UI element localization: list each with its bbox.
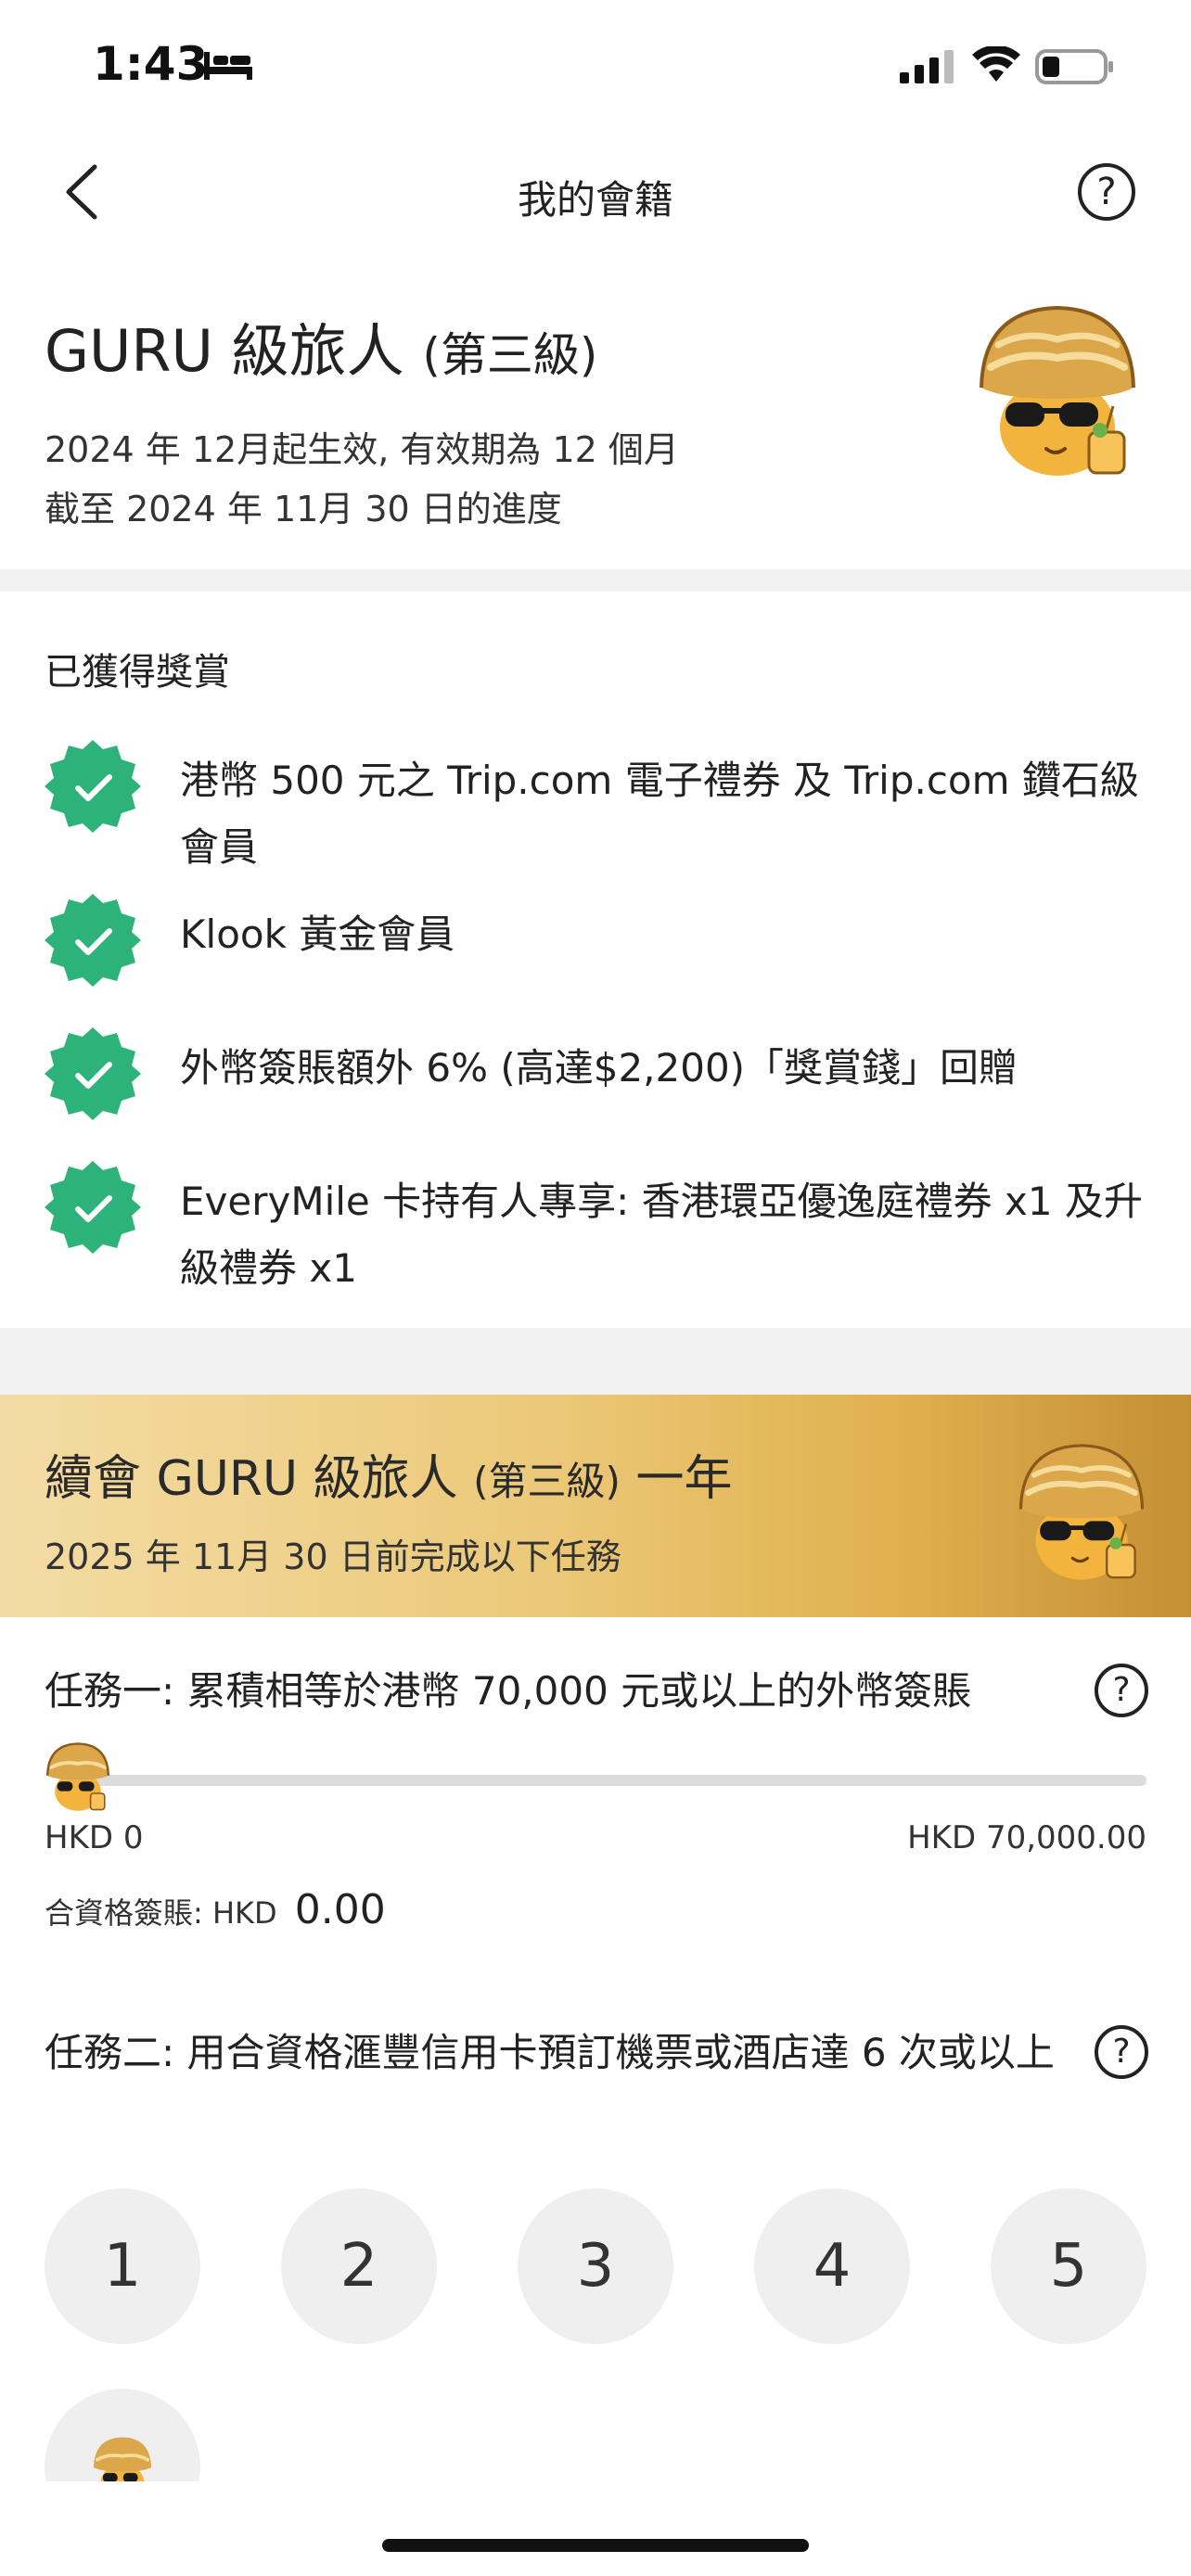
section-divider — [0, 1328, 1191, 1395]
verified-check-badge-icon — [45, 1161, 141, 1254]
help-icon[interactable]: ? — [1078, 163, 1135, 221]
renewal-banner: 續會 GURU 級旅人 (第三級) 一年 2025 年 11月 30 日前完成以… — [0, 1395, 1191, 1617]
task-1-max-label: HKD 70,000.00 — [907, 1819, 1146, 1856]
section-divider — [0, 569, 1191, 592]
cellular-signal-icon — [900, 50, 954, 83]
navigation-bar: 我的會籍 ? — [0, 139, 1191, 250]
renewal-tasks-card: 任務一: 累積相等於港幣 70,000 元或以上的外幣簽賬 ? HKD 0 HK… — [0, 1617, 1191, 2481]
reward-item: Klook 黃金會員 — [45, 892, 1148, 994]
task-1-help-icon[interactable]: ? — [1095, 1664, 1148, 1717]
renewal-deadline: 2025 年 11月 30 日前完成以下任務 — [45, 1537, 621, 1577]
booking-step-3: 3 — [518, 2188, 673, 2344]
booking-step-4: 4 — [754, 2188, 910, 2344]
tier-title: GURU 級旅人 (第三級) — [45, 304, 597, 388]
booking-step-2: 2 — [281, 2188, 437, 2344]
booking-step-6 — [45, 2389, 200, 2481]
renewal-title-level: (第三級) — [473, 1459, 621, 1504]
verified-check-badge-icon — [45, 1027, 141, 1120]
verified-check-badge-icon — [45, 740, 141, 833]
status-time: 1:43 — [93, 37, 209, 91]
status-bar: 1:43 — [0, 0, 1191, 130]
guru-mascot-icon — [1018, 1444, 1145, 1580]
tier-title-level: (第三級) — [422, 328, 598, 382]
booking-step-5: 5 — [991, 2188, 1146, 2344]
eligible-spend: 合資格簽賬: HKD 0.00 — [45, 1886, 386, 1933]
reward-item: 外幣簽賬額外 6% (高達$2,200)「獎賞錢」回贈 — [45, 1026, 1148, 1128]
tier-effective-date: 2024 年 12月起生效, 有效期為 12 個月 — [45, 429, 679, 470]
reward-text: 外幣簽賬額外 6% (高達$2,200)「獎賞錢」回贈 — [180, 1045, 1018, 1090]
tier-title-main: GURU 級旅人 — [45, 317, 404, 385]
tier-progress-date: 截至 2024 年 11月 30 日的進度 — [45, 489, 562, 529]
renewal-title-main: 續會 GURU 級旅人 — [45, 1451, 458, 1507]
reward-text: 港幣 500 元之 Trip.com 電子禮券 及 Trip.com 鑽石級會員 — [180, 758, 1139, 870]
reward-item: EveryMile 卡持有人專享: 香港環亞優逸庭禮券 x1 及升級禮券 x1 — [45, 1159, 1148, 1307]
task-2-help-icon[interactable]: ? — [1095, 2025, 1148, 2079]
home-indicator[interactable] — [382, 2539, 809, 2552]
task-1-min-label: HKD 0 — [45, 1819, 144, 1856]
verified-check-badge-icon — [45, 894, 141, 987]
rewards-heading: 已獲得獎賞 — [45, 651, 230, 694]
step-mascot-icon — [94, 2437, 151, 2481]
battery-icon — [1035, 49, 1113, 84]
task-2-title: 任務二: 用合資格滙豐信用卡預訂機票或酒店達 6 次或以上 — [45, 2030, 1055, 2075]
page-title: 我的會籍 — [517, 177, 673, 223]
renewal-title-tail: 一年 — [635, 1451, 733, 1507]
eligible-spend-value: 0.00 — [294, 1886, 386, 1933]
eligible-spend-label: 合資格簽賬: HKD — [45, 1895, 277, 1931]
progress-mascot-icon — [46, 1742, 109, 1811]
renewal-title: 續會 GURU 級旅人 (第三級) 一年 — [45, 1439, 732, 1509]
membership-tier-section: GURU 級旅人 (第三級) 2024 年 12月起生效, 有效期為 12 個月… — [0, 278, 1191, 567]
guru-mascot-icon — [980, 305, 1135, 476]
reward-item: 港幣 500 元之 Trip.com 電子禮券 及 Trip.com 鑽石級會員 — [45, 738, 1148, 877]
reward-text: Klook 黃金會員 — [180, 912, 455, 957]
task-1-progress-bar — [61, 1775, 1146, 1786]
rewards-earned-section: 已獲得獎賞 港幣 500 元之 Trip.com 電子禮券 及 Trip.com… — [0, 592, 1191, 1328]
wifi-icon — [972, 46, 1020, 82]
reward-text: EveryMile 卡持有人專享: 香港環亞優逸庭禮券 x1 及升級禮券 x1 — [180, 1179, 1143, 1291]
task-1-title: 任務一: 累積相等於港幣 70,000 元或以上的外幣簽賬 — [45, 1668, 972, 1714]
booking-step-1: 1 — [45, 2188, 200, 2344]
sleep-focus-icon — [204, 52, 252, 80]
